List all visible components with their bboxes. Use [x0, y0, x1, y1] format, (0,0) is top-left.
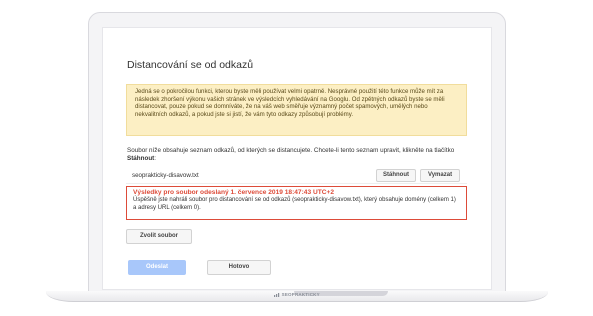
result-title: Výsledky pro soubor odeslaný 1. července… [133, 189, 335, 196]
reject-button[interactable]: Vymazat [420, 169, 460, 182]
page-title: Distancování se od odkazů [127, 59, 254, 71]
result-text: Úspěšně jste nahráli soubor pro distanco… [133, 197, 456, 211]
file-name: seoprakticky-disavow.txt [132, 172, 199, 179]
choose-file-button[interactable]: Zvolit soubor [126, 229, 192, 244]
warning-box: Jedná se o pokročilou funkci, kterou bys… [126, 84, 467, 136]
result-box: Výsledky pro soubor odeslaný 1. července… [126, 186, 467, 220]
description-bold: Stáhnout [127, 155, 155, 162]
laptop-base: SEOPRAKTICKY [46, 291, 548, 302]
brand-logo: SEOPRAKTICKY [46, 292, 548, 297]
description: Soubor níže obsahuje seznam odkazů, od k… [127, 147, 455, 162]
download-button[interactable]: Stáhnout [376, 169, 416, 182]
brand-text: SEOPRAKTICKY [281, 292, 320, 297]
submit-button[interactable]: Odeslat [128, 260, 186, 275]
done-button[interactable]: Hotovo [207, 260, 271, 275]
description-text: Soubor níže obsahuje seznam odkazů, od k… [127, 147, 455, 154]
brand-mark-icon [274, 292, 280, 297]
